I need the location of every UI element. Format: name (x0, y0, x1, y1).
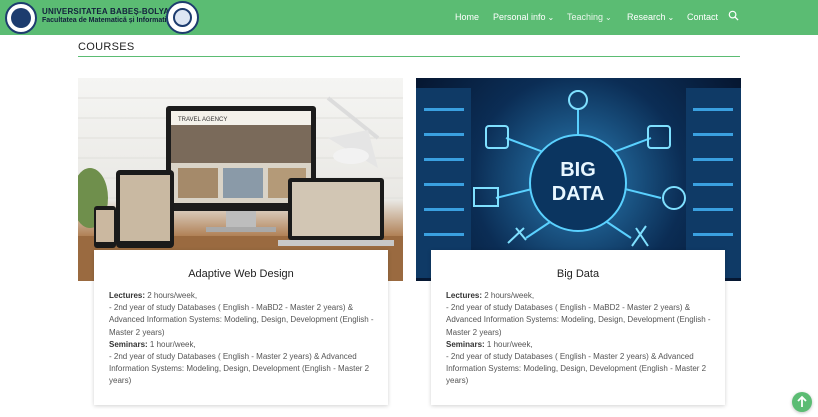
course-card: Adaptive Web Design Lectures: 2 hours/we… (94, 250, 388, 405)
nav-research[interactable]: Research ⌄ (627, 12, 674, 22)
chevron-down-icon: ⌄ (605, 13, 612, 22)
course-card: Big Data Lectures: 2 hours/week, - 2nd y… (431, 250, 725, 405)
chevron-down-icon: ⌄ (667, 13, 675, 22)
arrow-up-icon (797, 395, 807, 407)
nav-home[interactable]: Home (455, 12, 479, 22)
nav-home-label: Home (455, 12, 480, 22)
course-title[interactable]: Adaptive Web Design (94, 268, 388, 280)
monitor-caption: TRAVEL AGENCY (178, 117, 227, 123)
seminars-value: 1 hour/week, (484, 339, 533, 349)
nav-contact[interactable]: Contact (687, 12, 718, 22)
scroll-top-button[interactable] (792, 392, 812, 412)
university-logo[interactable] (5, 2, 37, 34)
lectures-value: 2 hours/week, (145, 291, 198, 300)
course-description: Lectures: 2 hours/week, - 2nd year of st… (109, 290, 377, 388)
lectures-detail: - 2nd year of study Databases ( English … (109, 303, 374, 337)
seminars-label: Seminars: (446, 339, 485, 349)
faculty-name[interactable]: Facultatea de Matematică și Informatică (42, 17, 174, 24)
course-title[interactable]: Big Data (431, 268, 725, 280)
nav-personal-info-label: Personal info (493, 12, 546, 22)
nav-research-label: Research (627, 12, 666, 22)
chevron-down-icon: ⌄ (547, 13, 555, 22)
nav-contact-label: Contact (687, 12, 719, 22)
top-navbar: UNIVERSITATEA BABEȘ-BOLYAI Facultatea de… (0, 0, 818, 35)
seminars-label: Seminars: (109, 339, 148, 349)
seminars-detail: - 2nd year of study Databases ( English … (446, 352, 707, 386)
lectures-detail: - 2nd year of study Databases ( English … (446, 303, 711, 337)
nav-personal-info[interactable]: Personal info ⌄ (493, 12, 554, 22)
title-divider (78, 56, 740, 57)
course-description: Lectures: 2 hours/week, - 2nd year of st… (446, 290, 714, 388)
nav-teaching-label: Teaching (567, 12, 604, 22)
big-data-caption-2: DATA (552, 183, 605, 205)
nav-teaching[interactable]: Teaching ⌄ (567, 12, 612, 22)
page-title: COURSES (78, 41, 135, 53)
university-name[interactable]: UNIVERSITATEA BABEȘ-BOLYAI (42, 7, 172, 16)
lectures-label: Lectures: (109, 291, 146, 300)
faculty-logo[interactable] (166, 1, 199, 34)
lectures-label: Lectures: (446, 291, 483, 300)
lectures-value: 2 hours/week, (482, 291, 535, 300)
big-data-caption-1: BIG (560, 159, 596, 181)
seminars-detail: - 2nd year of study Databases ( English … (109, 352, 370, 386)
search-icon[interactable] (728, 10, 739, 21)
seminars-value: 1 hour/week, (147, 339, 196, 349)
